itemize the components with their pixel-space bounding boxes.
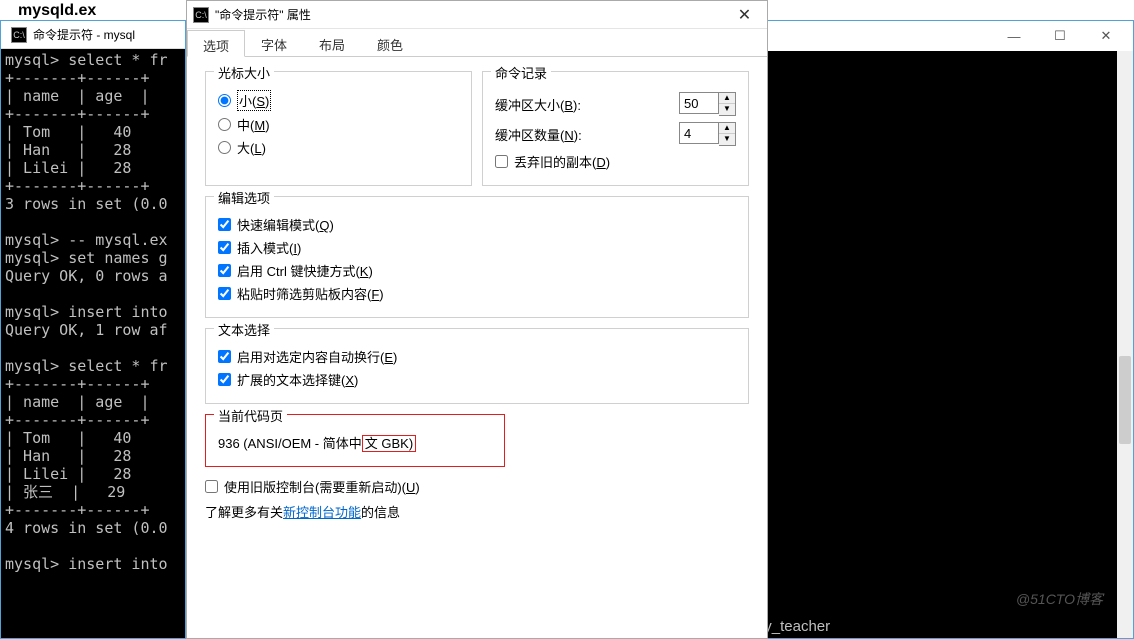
cursor-medium-row[interactable]: 中(M)	[218, 115, 459, 134]
cmd-icon: C:\	[193, 7, 209, 23]
paste-filter-checkbox[interactable]	[218, 287, 231, 300]
front-console-title: 命令提示符 - mysql	[33, 26, 135, 43]
cursor-small-row[interactable]: 小(S)	[218, 90, 459, 111]
text-select-legend: 文本选择	[214, 320, 274, 339]
spinner-up-icon[interactable]: ▲	[719, 93, 735, 104]
tab-layout[interactable]: 布局	[303, 29, 361, 56]
properties-dialog: C:\ "命令提示符" 属性 ✕ 选项 字体 布局 颜色 光标大小 小(S) 中…	[186, 0, 768, 639]
front-console-titlebar[interactable]: C:\ 命令提示符 - mysql	[1, 21, 185, 49]
tab-strip: 选项 字体 布局 颜色	[187, 29, 767, 57]
cursor-medium-radio[interactable]	[218, 118, 231, 131]
new-console-link[interactable]: 新控制台功能	[283, 505, 361, 520]
text-select-group: 文本选择 启用对选定内容自动换行(E) 扩展的文本选择键(X)	[205, 328, 749, 404]
minimize-button[interactable]: —	[991, 21, 1037, 51]
scrollbar-thumb[interactable]	[1119, 356, 1131, 444]
dialog-content: 光标大小 小(S) 中(M) 大(L) 命令记录 缓冲区大小(B):	[187, 57, 767, 535]
insert-mode-checkbox[interactable]	[218, 241, 231, 254]
watermark: @51CTO博客	[1016, 590, 1103, 608]
more-info-text: 了解更多有关新控制台功能的信息	[205, 502, 749, 521]
tab-color[interactable]: 颜色	[361, 29, 419, 56]
spinner-down-icon[interactable]: ▼	[719, 134, 735, 145]
terminal-output[interactable]: mysql> select * fr +-------+------+ | na…	[1, 49, 185, 575]
cmd-icon: C:\	[11, 27, 27, 43]
history-legend: 命令记录	[491, 63, 551, 82]
insert-mode-row[interactable]: 插入模式(I)	[218, 238, 736, 257]
cursor-size-legend: 光标大小	[214, 63, 274, 82]
quick-edit-checkbox[interactable]	[218, 218, 231, 231]
buffer-count-label: 缓冲区数量(N):	[495, 125, 679, 144]
codepage-group: 当前代码页 936 (ANSI/OEM - 简体中文 GBK)	[205, 414, 505, 467]
buffer-count-spinner[interactable]: ▲▼	[679, 122, 736, 146]
ctrl-shortcut-checkbox[interactable]	[218, 264, 231, 277]
tab-options[interactable]: 选项	[187, 30, 245, 57]
ext-select-row[interactable]: 扩展的文本选择键(X)	[218, 370, 736, 389]
history-group: 命令记录 缓冲区大小(B): ▲▼ 缓冲区数量(N): ▲▼	[482, 71, 749, 186]
front-console-window: C:\ 命令提示符 - mysql mysql> select * fr +--…	[0, 20, 186, 639]
codepage-legend: 当前代码页	[214, 406, 287, 425]
spinner-down-icon[interactable]: ▼	[719, 104, 735, 115]
cursor-size-group: 光标大小 小(S) 中(M) 大(L)	[205, 71, 472, 186]
cursor-large-radio[interactable]	[218, 141, 231, 154]
paste-filter-row[interactable]: 粘贴时筛选剪贴板内容(F)	[218, 284, 736, 303]
cursor-small-radio[interactable]	[218, 94, 231, 107]
ctrl-shortcut-row[interactable]: 启用 Ctrl 键快捷方式(K)	[218, 261, 736, 280]
buffer-size-input[interactable]	[679, 92, 719, 114]
discard-row[interactable]: 丢弃旧的副本(D)	[495, 152, 736, 171]
codepage-highlight: 文 GBK)	[362, 435, 416, 452]
dialog-titlebar[interactable]: C:\ "命令提示符" 属性 ✕	[187, 1, 767, 29]
close-button[interactable]: ✕	[1083, 21, 1129, 51]
edit-options-group: 编辑选项 快速编辑模式(Q) 插入模式(I) 启用 Ctrl 键快捷方式(K) …	[205, 196, 749, 318]
buffer-count-input[interactable]	[679, 122, 719, 144]
maximize-button[interactable]: ☐	[1037, 21, 1083, 51]
close-icon[interactable]: ✕	[722, 1, 767, 29]
edit-options-legend: 编辑选项	[214, 188, 274, 207]
tab-font[interactable]: 字体	[245, 29, 303, 56]
ext-select-checkbox[interactable]	[218, 373, 231, 386]
discard-checkbox[interactable]	[495, 155, 508, 168]
quick-edit-row[interactable]: 快速编辑模式(Q)	[218, 215, 736, 234]
legacy-console-row[interactable]: 使用旧版控制台(需要重新启动)(U)	[205, 477, 749, 496]
cursor-large-row[interactable]: 大(L)	[218, 138, 459, 157]
buffer-size-label: 缓冲区大小(B):	[495, 95, 679, 114]
dialog-title: "命令提示符" 属性	[215, 6, 311, 23]
spinner-up-icon[interactable]: ▲	[719, 123, 735, 134]
wrap-checkbox[interactable]	[218, 350, 231, 363]
scrollbar[interactable]	[1117, 51, 1133, 638]
legacy-console-checkbox[interactable]	[205, 480, 218, 493]
wrap-row[interactable]: 启用对选定内容自动换行(E)	[218, 347, 736, 366]
buffer-size-spinner[interactable]: ▲▼	[679, 92, 736, 116]
codepage-value: 936 (ANSI/OEM - 简体中文 GBK)	[218, 429, 492, 456]
